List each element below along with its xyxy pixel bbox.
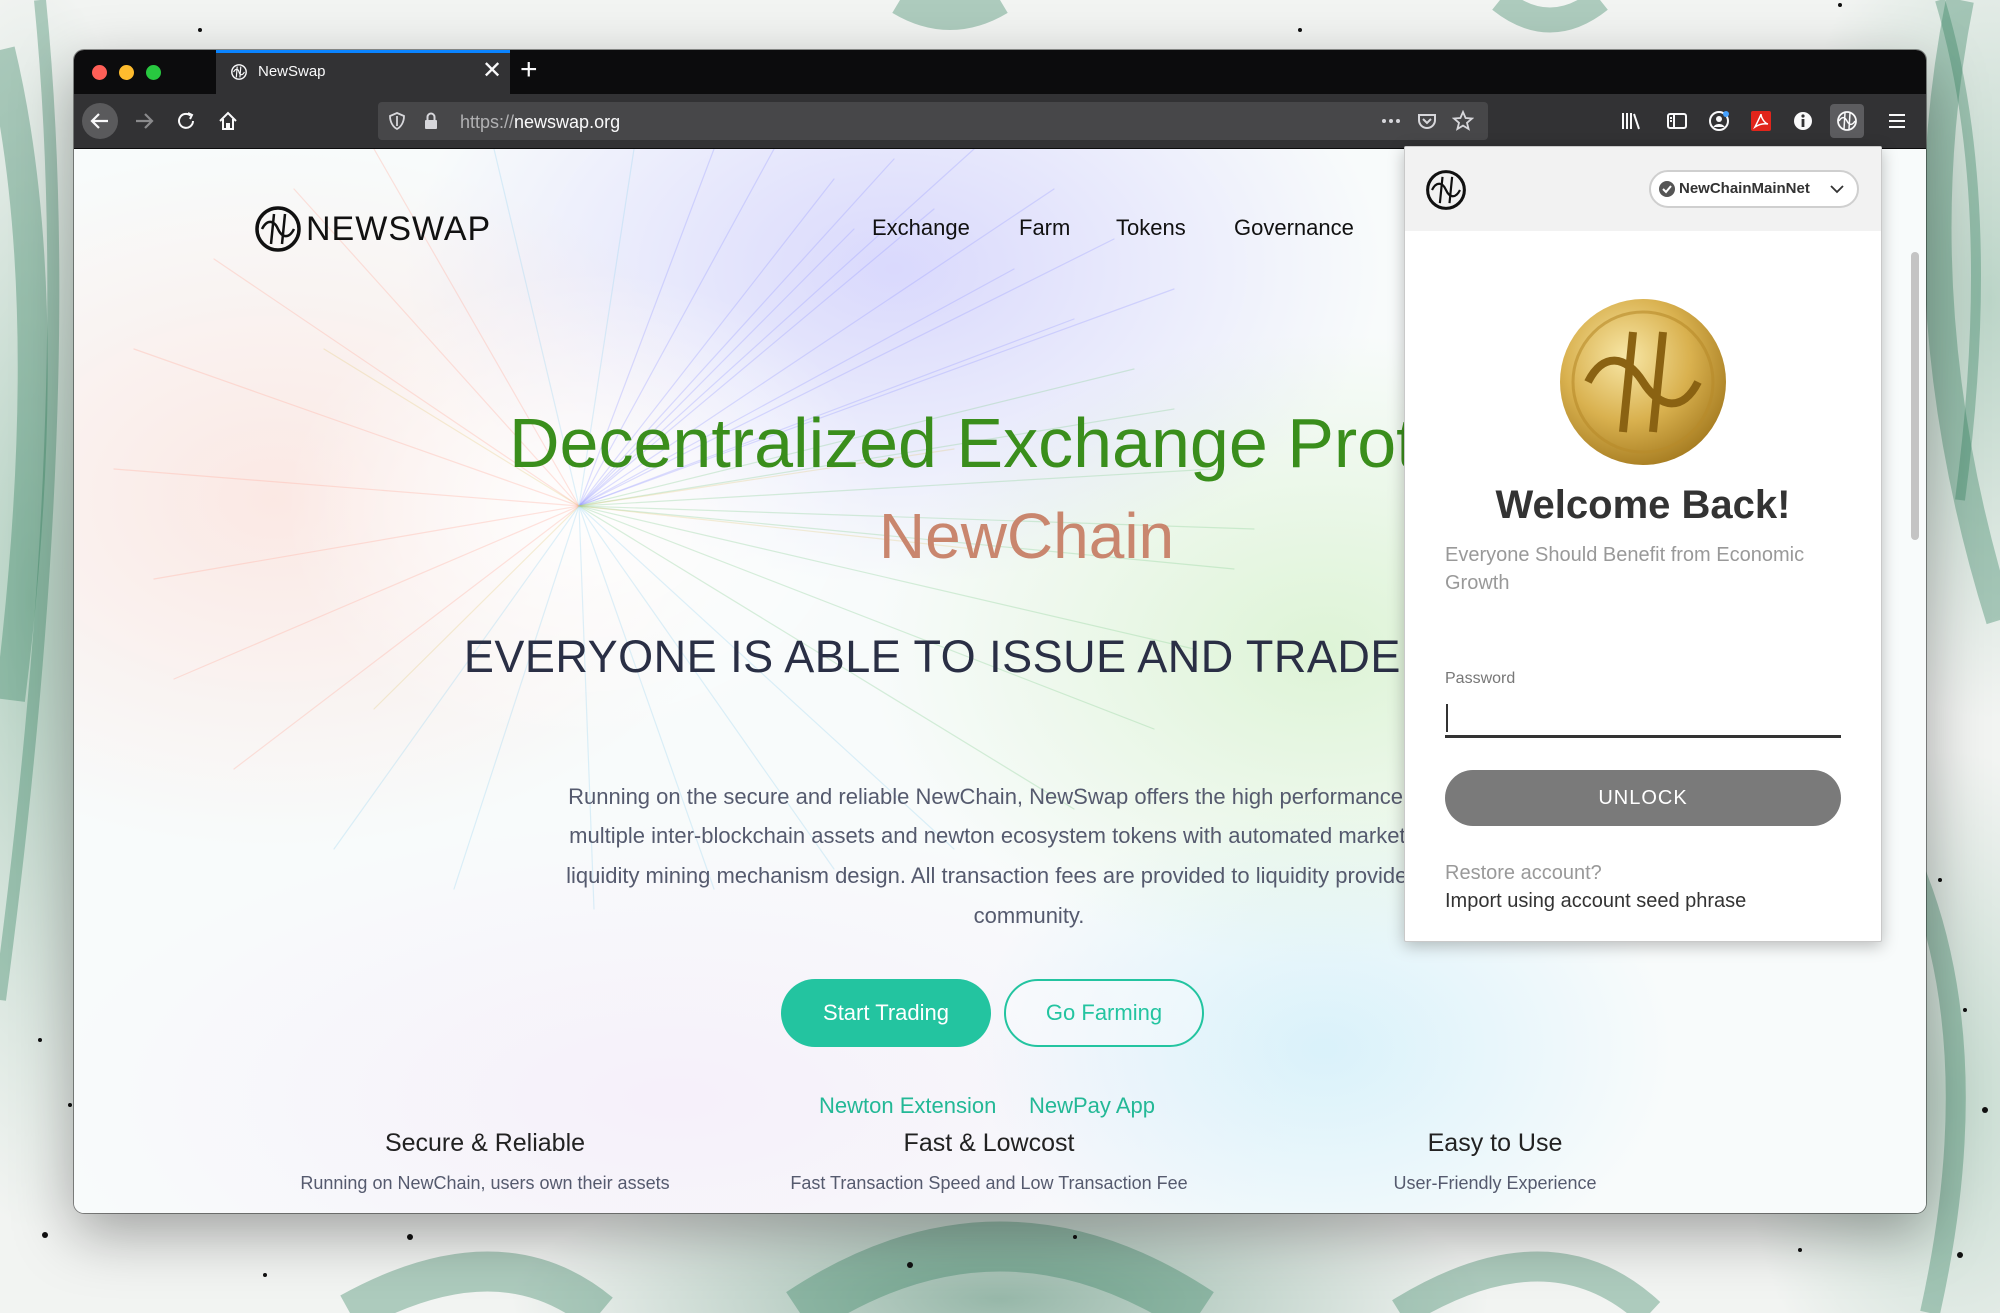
window-zoom-button[interactable]	[146, 65, 161, 80]
window-close-button[interactable]	[92, 65, 107, 80]
feature-description: User-Friendly Experience	[1393, 1173, 1597, 1193]
url-text[interactable]: https://newswap.org	[460, 112, 620, 133]
restore-account-question: Restore account?	[1445, 862, 1602, 884]
chevron-down-icon	[1830, 185, 1844, 194]
tab-strip: NewSwap ✕ +	[74, 50, 1926, 94]
tab-title: NewSwap	[258, 63, 326, 80]
url-host: newswap.org	[514, 112, 621, 132]
close-tab-icon[interactable]: ✕	[482, 59, 502, 83]
import-seed-phrase-link[interactable]: Import using account seed phrase	[1445, 890, 1746, 913]
navigation-toolbar: https://newswap.org	[74, 94, 1926, 149]
network-name: NewChainMainNet	[1679, 180, 1810, 197]
account-button[interactable]	[1706, 108, 1732, 134]
reload-icon	[178, 112, 194, 129]
newton-globe-icon	[1837, 111, 1857, 131]
check-circle-icon	[1659, 181, 1675, 197]
text-caret	[1446, 704, 1448, 732]
newton-extension-button[interactable]	[1830, 104, 1864, 138]
go-farming-button[interactable]: Go Farming	[1004, 979, 1204, 1047]
popup-header: NewChainMainNet	[1405, 147, 1881, 231]
welcome-heading: Welcome Back!	[1495, 483, 1791, 527]
newswap-logo[interactable]: NEWSWAP	[254, 205, 491, 253]
pocket-icon[interactable]	[1416, 110, 1438, 132]
newpay-app-link[interactable]: NewPay App	[1029, 1093, 1155, 1119]
welcome-subtitle: Everyone Should Benefit from Economic Gr…	[1445, 544, 1805, 594]
info-extension-button[interactable]	[1790, 108, 1816, 134]
sidebar-icon	[1667, 113, 1687, 129]
newton-extension-link[interactable]: Newton Extension	[819, 1093, 996, 1119]
newton-coin-icon	[1560, 299, 1726, 465]
window-minimize-button[interactable]	[119, 65, 134, 80]
tracking-protection-shield-icon[interactable]	[386, 110, 408, 132]
reload-button[interactable]	[168, 103, 204, 139]
pdf-extension-button[interactable]	[1748, 108, 1774, 134]
feature-title: Fast & Lowcost	[903, 1129, 1075, 1157]
nav-governance[interactable]: Governance	[1234, 215, 1354, 241]
forward-button[interactable]	[126, 103, 162, 139]
password-input[interactable]	[1445, 699, 1841, 738]
start-trading-button[interactable]: Start Trading	[781, 979, 991, 1047]
bookmark-star-icon[interactable]	[1452, 110, 1474, 132]
network-selector[interactable]: NewChainMainNet	[1649, 170, 1859, 208]
new-tab-button[interactable]: +	[520, 55, 538, 85]
tab-newswap[interactable]: NewSwap ✕	[216, 50, 510, 94]
password-label: Password	[1445, 670, 1516, 687]
lock-icon[interactable]	[420, 110, 442, 132]
nav-tokens[interactable]: Tokens	[1116, 215, 1186, 241]
nav-exchange[interactable]: Exchange	[872, 215, 970, 241]
feature-title: Easy to Use	[1427, 1129, 1563, 1157]
library-icon	[1622, 113, 1640, 130]
arrow-left-icon	[90, 113, 108, 129]
back-button[interactable]	[82, 103, 118, 139]
adobe-pdf-icon	[1751, 111, 1771, 131]
home-button[interactable]	[210, 103, 246, 139]
nav-farm[interactable]: Farm	[1019, 215, 1070, 241]
hamburger-menu-icon	[1889, 114, 1905, 128]
account-icon	[1709, 111, 1729, 131]
newton-wallet-popup: NewChainMainNet Welcome Back! Everyone S…	[1404, 146, 1882, 942]
browser-window: NewSwap ✕ + https://newswap.org NEWSWAP …	[74, 50, 1926, 1213]
page-scrollbar[interactable]	[1911, 252, 1919, 540]
home-icon	[219, 111, 237, 130]
feature-title: Secure & Reliable	[384, 1129, 586, 1157]
tab-active-indicator	[216, 50, 510, 53]
page-actions-more-icon[interactable]	[1380, 110, 1402, 132]
library-button[interactable]	[1618, 108, 1644, 134]
arrow-right-icon	[136, 113, 154, 129]
address-bar[interactable]: https://newswap.org	[378, 102, 1488, 140]
newton-logo-icon	[1426, 170, 1466, 210]
feature-description: Fast Transaction Speed and Low Transacti…	[790, 1173, 1188, 1193]
feature-description: Running on NewChain, users own their ass…	[300, 1173, 670, 1193]
unlock-button[interactable]: UNLOCK	[1445, 770, 1841, 826]
info-icon	[1794, 112, 1812, 130]
url-scheme: https://	[460, 112, 515, 132]
app-menu-button[interactable]	[1884, 108, 1910, 134]
sidebar-button[interactable]	[1664, 108, 1690, 134]
logo-wordmark: NEWSWAP	[306, 209, 492, 248]
newswap-logo-icon	[255, 206, 301, 252]
newswap-favicon-icon	[231, 64, 247, 80]
